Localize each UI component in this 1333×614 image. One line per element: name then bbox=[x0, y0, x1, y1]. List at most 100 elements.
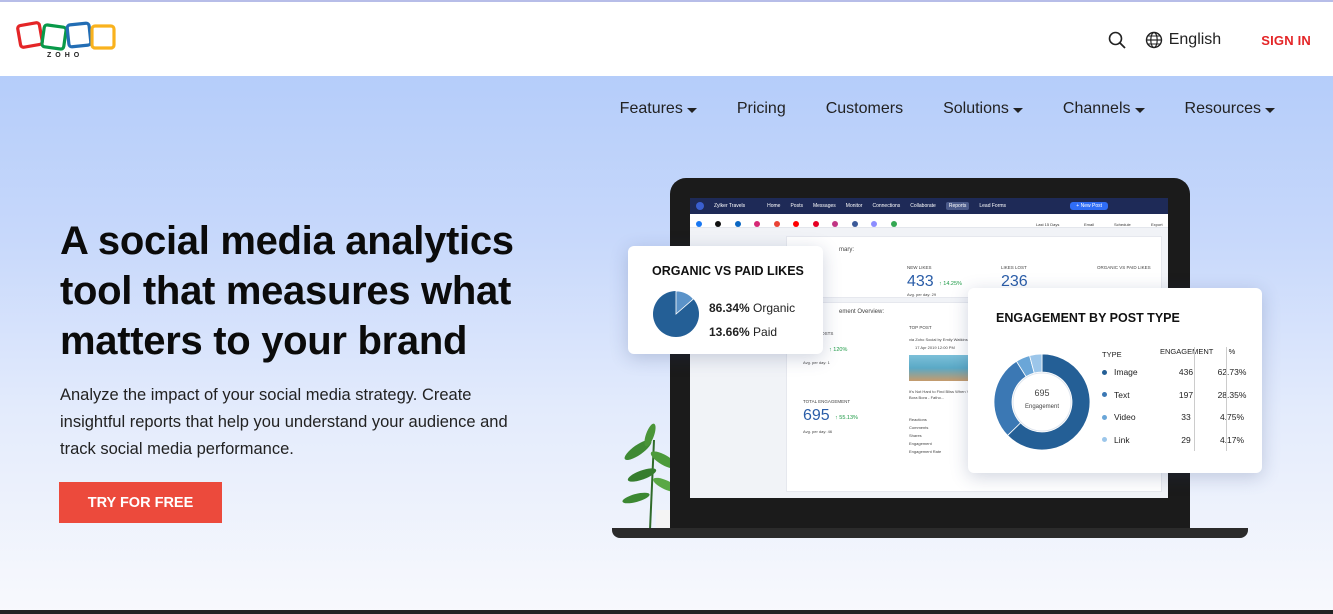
search-icon[interactable] bbox=[1107, 30, 1127, 50]
type-label: Video bbox=[1114, 412, 1136, 423]
nav-resources[interactable]: Resources bbox=[1185, 100, 1275, 118]
menu-reports: Reports bbox=[945, 202, 970, 210]
menu-posts: Posts bbox=[790, 203, 803, 209]
row-engagement: 29 bbox=[1181, 434, 1191, 445]
nav-channels[interactable]: Channels bbox=[1063, 100, 1145, 118]
hero-subtext: Analyze the impact of your social media … bbox=[60, 382, 560, 463]
stat-label: Shares bbox=[909, 433, 922, 438]
organic-legend-item: 86.34% Organic bbox=[709, 296, 795, 320]
laptop-base bbox=[612, 528, 1248, 538]
zoho-logo[interactable]: ZOHO bbox=[16, 20, 118, 62]
engagement-overview-title: ement Overview: bbox=[839, 309, 885, 315]
row-percent: 62.73% bbox=[1217, 367, 1247, 378]
table-row: Video 33 4.75% bbox=[1102, 406, 1252, 429]
caret-down-icon bbox=[1134, 107, 1145, 113]
row-engagement: 197 bbox=[1178, 389, 1194, 400]
email-action: Email bbox=[1084, 222, 1095, 227]
mastodon-icon bbox=[871, 221, 878, 227]
bullet-video bbox=[1102, 414, 1107, 420]
youtube-icon bbox=[793, 221, 800, 227]
nav-solutions[interactable]: Solutions bbox=[943, 100, 1023, 118]
donut-total: 695 bbox=[1034, 388, 1050, 398]
organic-paid-label: ORGANIC VS PAID LIKES bbox=[1097, 265, 1151, 270]
organic-card-title: ORGANIC VS PAID LIKES bbox=[652, 264, 804, 278]
row-engagement: 436 bbox=[1178, 367, 1194, 378]
nav-channels-label: Channels bbox=[1062, 100, 1131, 117]
table-row: Image 436 62.73% bbox=[1102, 361, 1252, 384]
linkedin-icon bbox=[734, 221, 741, 227]
engagement-by-post-type-card: ENGAGEMENT BY POST TYPE 695 Engagement T… bbox=[968, 288, 1262, 473]
pinterest-icon bbox=[812, 221, 819, 227]
app-top-bar: Zylker Travels Home Posts Messages Monit… bbox=[690, 198, 1168, 214]
header-actions: English SIGN IN bbox=[1107, 28, 1311, 52]
brand-avatar bbox=[696, 202, 704, 210]
top-post-date: 17 Apr 2019 12:00 PM bbox=[915, 345, 955, 350]
total-engagement-avg: Avg. per day: 46 bbox=[803, 429, 833, 434]
facebook-icon bbox=[696, 221, 702, 227]
new-likes-label: NEW LIKES bbox=[907, 265, 932, 270]
nav-resources-label: Resources bbox=[1184, 100, 1261, 117]
globe-icon[interactable] bbox=[1145, 31, 1163, 49]
row-percent: 4.17% bbox=[1219, 434, 1245, 445]
headline-line: A social media analytics bbox=[60, 219, 514, 263]
new-likes-value: 433 bbox=[907, 273, 934, 290]
header: ZOHO English SIGN IN bbox=[0, 2, 1333, 76]
menu-monitor: Monitor bbox=[845, 203, 863, 209]
nav-solutions-label: Solutions bbox=[943, 100, 1009, 117]
top-post-label: TOP POST bbox=[909, 325, 932, 330]
total-engagement-label: TOTAL ENGAGEMENT bbox=[803, 399, 851, 404]
menu-messages: Messages bbox=[812, 203, 836, 209]
top-post-author: via Zoho Social by Emily Watkins bbox=[909, 337, 968, 342]
type-label: Link bbox=[1114, 434, 1130, 445]
gmb-icon bbox=[890, 221, 897, 227]
bullet-text bbox=[1102, 392, 1107, 398]
table-divider bbox=[1226, 347, 1227, 451]
paid-legend-item: 13.66% Paid bbox=[709, 320, 795, 344]
likes-lost-label: LIKES LOST bbox=[1001, 265, 1027, 270]
organic-value: 86.34% bbox=[709, 301, 750, 315]
row-type: Link bbox=[1102, 435, 1160, 445]
donut-total-label: Engagement bbox=[1024, 404, 1060, 410]
total-posts-avg: Avg. per day: 1 bbox=[803, 360, 830, 365]
row-type: Image bbox=[1102, 367, 1160, 377]
summary-title: mary: bbox=[839, 247, 854, 253]
menu-collaborate: Collaborate bbox=[910, 203, 936, 209]
paid-value: 13.66% bbox=[709, 325, 750, 339]
nav-features[interactable]: Features bbox=[620, 100, 697, 118]
meta-icon bbox=[851, 221, 858, 227]
brand-name: Zylker Travels bbox=[714, 203, 746, 209]
google-icon bbox=[773, 221, 780, 227]
export-action: Export bbox=[1151, 222, 1163, 227]
nav-customers[interactable]: Customers bbox=[826, 100, 903, 118]
row-percent: 28.35% bbox=[1217, 389, 1247, 400]
subtext-line: Analyze the impact of your social media … bbox=[60, 386, 472, 404]
bottom-bar bbox=[0, 610, 1333, 614]
engagement-table: TYPE ENGAGEMENT % Image 436 62.73% Text … bbox=[1102, 347, 1252, 451]
try-for-free-button[interactable]: TRY FOR FREE bbox=[59, 482, 222, 523]
nav-pricing[interactable]: Pricing bbox=[737, 100, 786, 118]
donut-hole bbox=[1012, 372, 1072, 432]
organic-vs-paid-card: ORGANIC VS PAID LIKES 86.34% Organic 13.… bbox=[628, 246, 823, 354]
type-label: Text bbox=[1114, 389, 1130, 400]
donut-chart bbox=[993, 353, 1091, 451]
total-posts-change: ↑ 120% bbox=[829, 347, 848, 353]
language-selector[interactable]: English bbox=[1169, 31, 1221, 49]
headline-line: tool that measures what bbox=[60, 269, 511, 313]
instagram-icon bbox=[754, 221, 761, 227]
new-likes-change: ↑ 14.25% bbox=[939, 281, 962, 287]
stat-label: Comments bbox=[909, 425, 929, 430]
new-likes-avg: Avg. per day: 29 bbox=[907, 292, 937, 297]
caret-down-icon bbox=[1265, 107, 1275, 113]
bullet-image bbox=[1102, 369, 1107, 375]
menu-lead-forms: Lead Forms bbox=[979, 203, 1007, 209]
engagement-donut: 695 Engagement bbox=[992, 352, 1092, 452]
menu-connections: Connections bbox=[872, 203, 901, 209]
total-engagement-change: ↑ 55.13% bbox=[835, 415, 858, 421]
main-nav: Features Pricing Customers Solutions Cha… bbox=[620, 100, 1275, 118]
nav-customers-label: Customers bbox=[825, 100, 904, 117]
channel-toolbar: Last 15 Days Email Schedule Export bbox=[690, 214, 1168, 228]
row-type: Video bbox=[1102, 412, 1160, 422]
caret-down-icon bbox=[686, 107, 697, 113]
sign-in-link[interactable]: SIGN IN bbox=[1261, 33, 1311, 48]
engagement-card-title: ENGAGEMENT BY POST TYPE bbox=[996, 311, 1180, 325]
